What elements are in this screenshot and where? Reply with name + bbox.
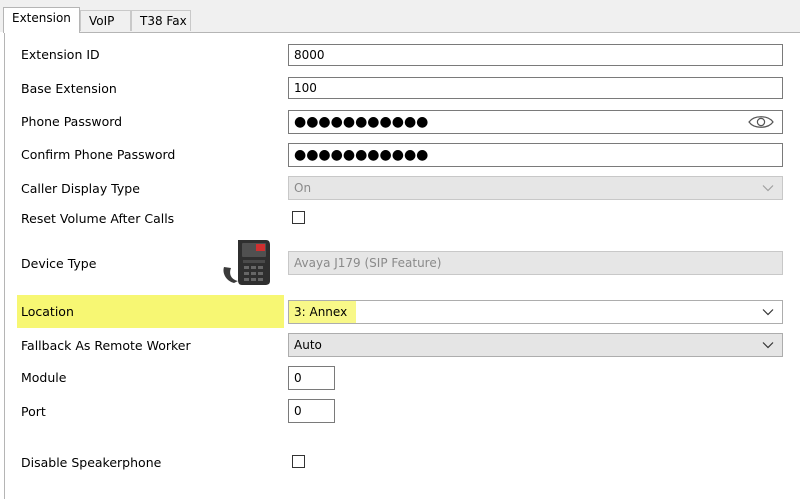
- confirm-phone-password-label: Confirm Phone Password: [21, 147, 176, 162]
- fallback-remote-worker-label: Fallback As Remote Worker: [21, 338, 191, 353]
- port-input[interactable]: 0: [288, 399, 335, 423]
- reset-volume-checkbox[interactable]: [292, 211, 305, 224]
- extension-id-value: 8000: [294, 48, 325, 62]
- chevron-down-icon: [762, 342, 774, 349]
- extension-settings-window: Extension VoIP T38 Fax Extension ID 8000…: [0, 0, 800, 499]
- module-label: Module: [21, 370, 67, 385]
- disable-speakerphone-checkbox[interactable]: [292, 455, 305, 468]
- confirm-phone-password-input[interactable]: ●●●●●●●●●●●: [288, 143, 783, 167]
- tab-voip[interactable]: VoIP: [80, 10, 131, 31]
- reset-volume-label: Reset Volume After Calls: [21, 211, 175, 226]
- confirm-phone-password-value: ●●●●●●●●●●●: [294, 147, 429, 163]
- fallback-remote-worker-select[interactable]: Auto: [288, 333, 783, 357]
- phone-password-input[interactable]: ●●●●●●●●●●●: [288, 110, 783, 134]
- device-type-label: Device Type: [21, 256, 97, 271]
- module-input[interactable]: 0: [288, 366, 335, 390]
- tab-t38-fax-label: T38 Fax: [140, 14, 187, 28]
- port-label: Port: [21, 404, 46, 419]
- phone-password-value: ●●●●●●●●●●●: [294, 114, 429, 130]
- location-value: 3: Annex: [294, 305, 348, 319]
- module-value: 0: [294, 371, 302, 385]
- caller-display-type-label: Caller Display Type: [21, 181, 140, 196]
- desk-phone-icon: [223, 240, 270, 285]
- location-label: Location: [21, 304, 74, 319]
- location-select[interactable]: 3: Annex: [288, 300, 783, 324]
- tab-extension[interactable]: Extension: [3, 7, 80, 33]
- chevron-down-icon: [762, 309, 774, 316]
- device-type-value: Avaya J179 (SIP Feature): [294, 256, 442, 270]
- base-extension-label: Base Extension: [21, 81, 117, 96]
- phone-password-label: Phone Password: [21, 114, 123, 129]
- tab-t38-fax[interactable]: T38 Fax: [131, 10, 191, 31]
- extension-id-label: Extension ID: [21, 47, 100, 62]
- fallback-remote-worker-value: Auto: [294, 338, 322, 352]
- eye-icon[interactable]: [748, 115, 774, 129]
- device-type-input: Avaya J179 (SIP Feature): [288, 251, 783, 275]
- base-extension-input[interactable]: 100: [288, 77, 783, 99]
- chevron-down-icon: [762, 185, 774, 192]
- extension-id-input[interactable]: 8000: [288, 44, 783, 66]
- base-extension-value: 100: [294, 81, 317, 95]
- port-value: 0: [294, 404, 302, 418]
- tab-extension-label: Extension: [12, 11, 71, 25]
- disable-speakerphone-label: Disable Speakerphone: [21, 455, 162, 470]
- tab-voip-label: VoIP: [89, 14, 115, 28]
- tab-bar: Extension VoIP T38 Fax: [0, 0, 800, 33]
- caller-display-type-select: On: [288, 176, 783, 200]
- caller-display-type-value: On: [294, 181, 312, 195]
